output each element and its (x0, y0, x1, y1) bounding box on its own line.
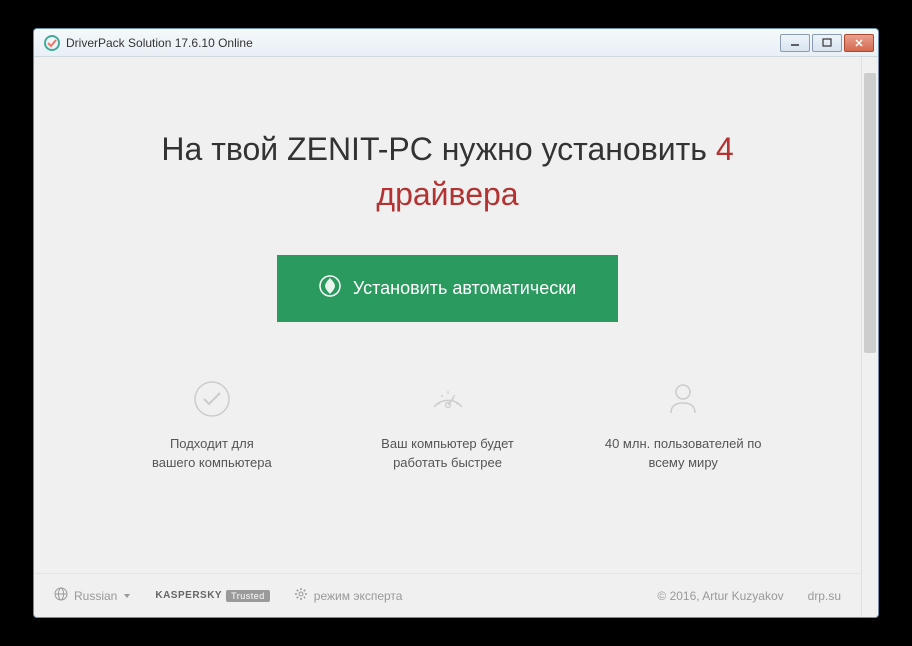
content-wrapper: На твой ZENIT-PC нужно установить 4 драй… (34, 57, 878, 617)
app-icon (44, 35, 60, 51)
install-icon (319, 275, 341, 302)
speedometer-icon (427, 378, 469, 420)
person-icon (662, 378, 704, 420)
headline-prefix: На твой ZENIT-PC нужно установить (161, 131, 715, 167)
language-selector[interactable]: Russian (54, 587, 131, 604)
feature-text: Ваш компьютер будет работать быстрее (340, 434, 556, 473)
scrollbar-thumb[interactable] (864, 73, 876, 353)
main-content: На твой ZENIT-PC нужно установить 4 драй… (34, 57, 861, 573)
feature-text: 40 млн. пользователей по всему миру (575, 434, 791, 473)
trusted-badge: Trusted (226, 590, 270, 602)
checkmark-icon (191, 378, 233, 420)
expert-mode-label: режим эксперта (314, 589, 403, 603)
window-title: DriverPack Solution 17.6.10 Online (66, 36, 780, 50)
install-auto-button[interactable]: Установить автоматически (277, 255, 618, 322)
content-area: На твой ZENIT-PC нужно установить 4 драй… (34, 57, 861, 617)
gear-icon (294, 587, 308, 604)
globe-icon (54, 587, 68, 604)
feature-faster: Ваш компьютер будет работать быстрее (330, 378, 566, 473)
chevron-down-icon (123, 589, 131, 603)
copyright-text: © 2016, Artur Kuzyakov (657, 589, 783, 603)
feature-text: Подходит для вашего компьютера (104, 434, 320, 473)
language-label: Russian (74, 589, 117, 603)
app-window: DriverPack Solution 17.6.10 Online На тв… (33, 28, 879, 618)
feature-compatible: Подходит для вашего компьютера (94, 378, 330, 473)
features-row: Подходит для вашего компьютера (74, 378, 821, 473)
site-link[interactable]: drp.su (808, 589, 841, 603)
headline: На твой ZENIT-PC нужно установить 4 драй… (74, 127, 821, 217)
minimize-button[interactable] (780, 34, 810, 52)
footer: Russian KASPERSKY Trusted (34, 573, 861, 617)
headline-count: 4 (716, 131, 734, 167)
kaspersky-label: KASPERSKY (155, 590, 222, 601)
headline-suffix: драйвера (74, 172, 821, 217)
maximize-button[interactable] (812, 34, 842, 52)
kaspersky-badge: KASPERSKY Trusted (155, 590, 269, 602)
install-button-label: Установить автоматически (353, 278, 576, 299)
feature-users: 40 млн. пользователей по всему миру (565, 378, 801, 473)
close-button[interactable] (844, 34, 874, 52)
titlebar: DriverPack Solution 17.6.10 Online (34, 29, 878, 57)
expert-mode-button[interactable]: режим эксперта (294, 587, 403, 604)
scrollbar-vertical[interactable] (861, 57, 878, 617)
window-controls (780, 34, 874, 52)
